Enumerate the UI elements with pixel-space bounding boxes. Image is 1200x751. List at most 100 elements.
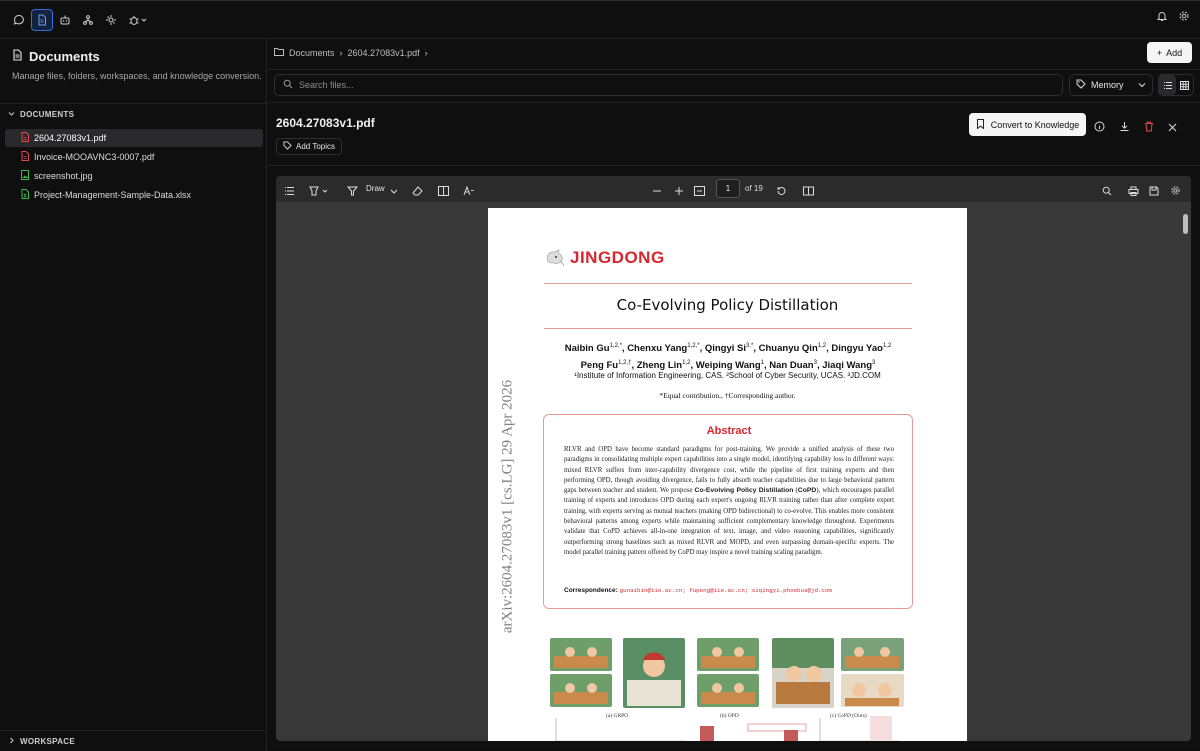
info-icon[interactable]	[1094, 119, 1105, 137]
list-view-icon[interactable]	[1159, 75, 1176, 95]
sidebar-title: Documents	[12, 49, 100, 64]
abstract-text-part: ), which encourages parallel training of…	[564, 487, 894, 556]
correspondence: Correspondence: gunaibin@iie.ac.cn; fupe…	[564, 587, 832, 594]
search-bar	[274, 74, 1063, 96]
tag-icon	[1076, 79, 1086, 91]
top-bar	[0, 1, 1200, 39]
abstract-method-abbrev: CoPD	[797, 487, 817, 495]
correspondence-emails: gunaibin@iie.ac.cn; fupeng@iie.ac.cn; si…	[619, 587, 832, 594]
paper-authors: Naibin Gu1,2,*, Chenxu Yang1,2,*, Qingyi…	[564, 343, 892, 372]
chevron-down-icon	[1138, 80, 1146, 90]
pdf-page: arXiv:2604.27083v1 [cs.LG] 29 Apr 2026 J…	[488, 208, 967, 741]
hierarchy-icon[interactable]	[77, 9, 99, 31]
add-button[interactable]: + Add	[1147, 42, 1192, 63]
figure-panel	[772, 638, 834, 708]
document-icon[interactable]	[31, 8, 53, 31]
bookmark-icon	[976, 118, 985, 131]
workspace-section-toggle[interactable]: WORKSPACE	[0, 730, 267, 751]
zoom-in-icon[interactable]	[674, 183, 684, 201]
bot-icon[interactable]	[54, 9, 76, 31]
search-input[interactable]	[299, 80, 999, 90]
file-item[interactable]: screenshot.jpg	[5, 167, 263, 185]
text-size-icon[interactable]	[463, 183, 474, 201]
save-icon[interactable]	[1149, 183, 1159, 201]
vertical-scrollbar[interactable]	[1181, 202, 1191, 741]
add-button-label: Add	[1166, 47, 1183, 58]
tag-icon	[283, 141, 292, 152]
page-total: of 19	[745, 184, 763, 193]
add-topics-button[interactable]: Add Topics	[276, 138, 342, 155]
paper-figure: (a) GRPO (b) OPD (c) CoPD (Ours)	[550, 638, 910, 728]
file-item[interactable]: Invoice-MOOAVNC3-0007.pdf	[5, 148, 263, 166]
fit-page-icon[interactable]	[694, 183, 705, 201]
file-name: Project-Management-Sample-Data.xlsx	[34, 190, 192, 200]
chevron-down-icon[interactable]	[390, 183, 398, 201]
memory-dropdown[interactable]: Memory	[1069, 74, 1153, 96]
equal-contribution-note: *Equal contribution., †Corresponding aut…	[659, 391, 796, 400]
file-item[interactable]: 2604.27083v1.pdf	[5, 129, 263, 147]
spreadsheet-file-icon	[21, 189, 29, 201]
divider	[268, 69, 1200, 70]
figure-panel	[623, 638, 685, 708]
scrollbar-thumb[interactable]	[1183, 214, 1188, 234]
add-topics-label: Add Topics	[296, 142, 335, 151]
gear-icon[interactable]	[1170, 183, 1181, 201]
breadcrumb: Documents › 2604.27083v1.pdf ›	[274, 47, 428, 58]
figure-panel	[550, 674, 612, 707]
view-toggle	[1158, 74, 1194, 96]
figure-panel	[550, 638, 612, 671]
download-icon[interactable]	[1119, 119, 1130, 137]
pdf-file-icon	[21, 151, 29, 163]
page-number-input[interactable]: 1	[716, 179, 740, 198]
eraser-icon[interactable]	[412, 183, 423, 201]
zoom-out-icon[interactable]	[652, 183, 662, 201]
jingdong-logo: JINGDONG	[544, 248, 665, 268]
bell-icon[interactable]	[1156, 9, 1168, 27]
file-name: 2604.27083v1.pdf	[34, 133, 107, 143]
main-panel: Documents › 2604.27083v1.pdf › + Add Mem…	[268, 39, 1200, 751]
document-title: 2604.27083v1.pdf	[276, 116, 375, 130]
file-item[interactable]: Project-Management-Sample-Data.xlsx	[5, 186, 263, 204]
close-icon[interactable]	[1168, 119, 1177, 137]
convert-to-knowledge-button[interactable]: Convert to Knowledge	[969, 113, 1086, 136]
grid-view-icon[interactable]	[1176, 75, 1193, 95]
split-view-icon[interactable]	[438, 183, 449, 201]
figure-panel	[841, 674, 904, 707]
print-icon[interactable]	[1128, 183, 1139, 201]
documents-section-label: DOCUMENTS	[20, 110, 75, 119]
chevron-down-icon	[8, 110, 15, 119]
paper-charts-preview	[548, 716, 908, 741]
divider	[268, 165, 1200, 166]
outline-icon[interactable]	[284, 183, 295, 201]
abstract-method-name: Co-Evolving Policy Distillation	[694, 487, 794, 495]
draw-label[interactable]: Draw	[366, 184, 385, 193]
documents-section-toggle[interactable]: DOCUMENTS	[8, 110, 74, 119]
abstract-box: Abstract RLVR and OPD have become standa…	[543, 414, 913, 609]
search-icon	[283, 76, 293, 94]
breadcrumb-file[interactable]: 2604.27083v1.pdf	[348, 48, 420, 58]
figure-panel	[841, 638, 904, 671]
two-page-icon[interactable]	[803, 183, 814, 201]
divider	[544, 283, 912, 284]
abstract-title: Abstract	[706, 425, 752, 437]
draw-icon[interactable]	[346, 183, 359, 201]
rotate-icon[interactable]	[776, 183, 787, 201]
figure-panel	[697, 674, 759, 707]
search-icon[interactable]	[1102, 183, 1112, 201]
workspace-section-label: WORKSPACE	[20, 736, 75, 746]
trash-icon[interactable]	[1144, 119, 1154, 137]
bug-icon[interactable]	[123, 9, 153, 31]
document-actions	[1094, 119, 1177, 137]
chat-icon[interactable]	[8, 9, 30, 31]
settings-cog-icon[interactable]	[100, 9, 122, 31]
breadcrumb-root[interactable]: Documents	[289, 48, 335, 58]
viewer-toolbar: Draw 1 of 19	[276, 176, 1191, 202]
gear-icon[interactable]	[1178, 9, 1190, 27]
logo-text: JINGDONG	[570, 248, 665, 267]
divider	[268, 102, 1200, 103]
chevron-right-icon	[8, 737, 15, 746]
paper-title: Co-Evolving Policy Distillation	[616, 296, 839, 314]
highlight-icon[interactable]	[309, 183, 329, 201]
figure-panel	[697, 638, 759, 671]
file-name: screenshot.jpg	[34, 171, 93, 181]
